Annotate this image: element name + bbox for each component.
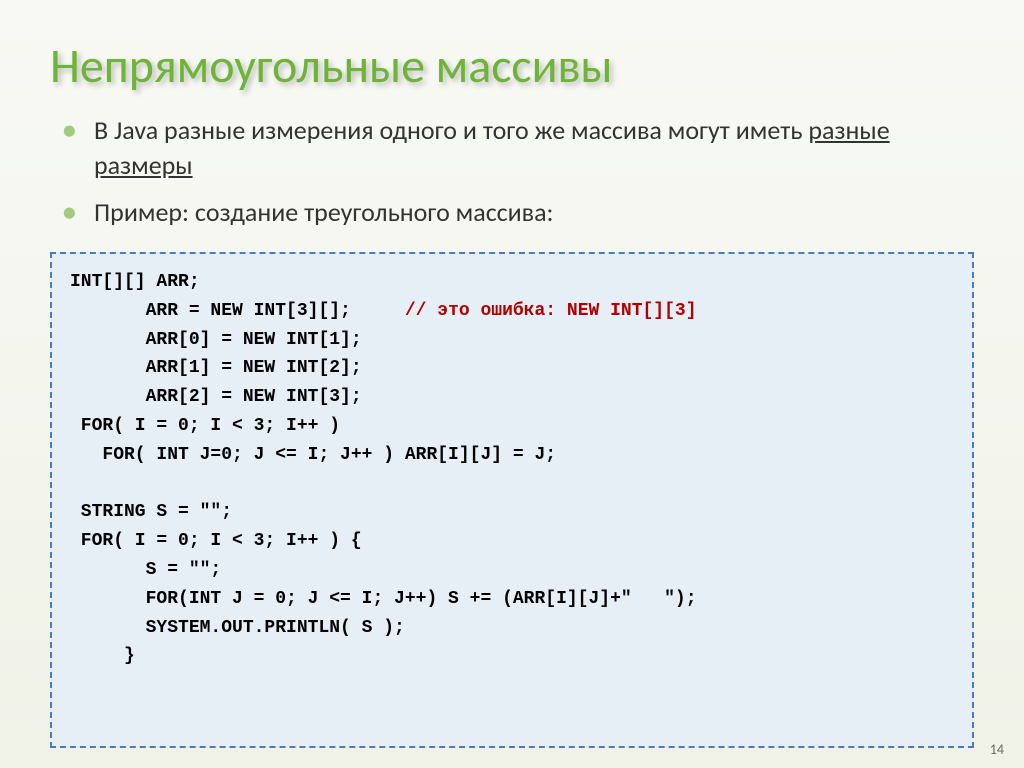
code-line: STRING S = ""; — [70, 502, 232, 522]
code-line: ARR[1] = NEW INT[2]; — [70, 358, 362, 378]
bullet-text-pre: В Java разные измерения одного и того же… — [94, 114, 808, 146]
code-block: INT[][] ARR; ARR = NEW INT[3][]; // это … — [50, 252, 974, 748]
code-comment: // это ошибка: NEW INT[][3] — [405, 301, 697, 321]
bullet-item: В Java разные измерения одного и того же… — [62, 113, 974, 183]
code-line: FOR( I = 0; I < 3; I++ ) — [70, 416, 340, 436]
code-line: ARR[2] = NEW INT[3]; — [70, 387, 362, 407]
code-line: } — [70, 646, 135, 666]
slide: Непрямоугольные массивы В Java разные из… — [0, 0, 1024, 768]
bullet-item: Пример: создание треугольного массива: — [62, 195, 974, 230]
code-line: SYSTEM.OUT.PRINTLN( S ); — [70, 618, 405, 638]
code-line: S = ""; — [70, 560, 221, 580]
slide-title: Непрямоугольные массивы — [50, 40, 974, 93]
code-line: INT[][] ARR; — [70, 272, 200, 292]
bullet-list: В Java разные измерения одного и того же… — [62, 113, 974, 242]
bullet-text-pre: Пример: создание треугольного массива: — [94, 196, 553, 228]
code-line: ARR = NEW INT[3][]; — [70, 301, 405, 321]
code-line: FOR( I = 0; I < 3; I++ ) { — [70, 531, 362, 551]
code-line: ARR[0] = NEW INT[1]; — [70, 330, 362, 350]
code-line: FOR(INT J = 0; J <= I; J++) S += (ARR[I]… — [70, 589, 697, 609]
code-line: FOR( INT J=0; J <= I; J++ ) ARR[I][J] = … — [70, 445, 556, 465]
page-number: 14 — [990, 741, 1004, 758]
